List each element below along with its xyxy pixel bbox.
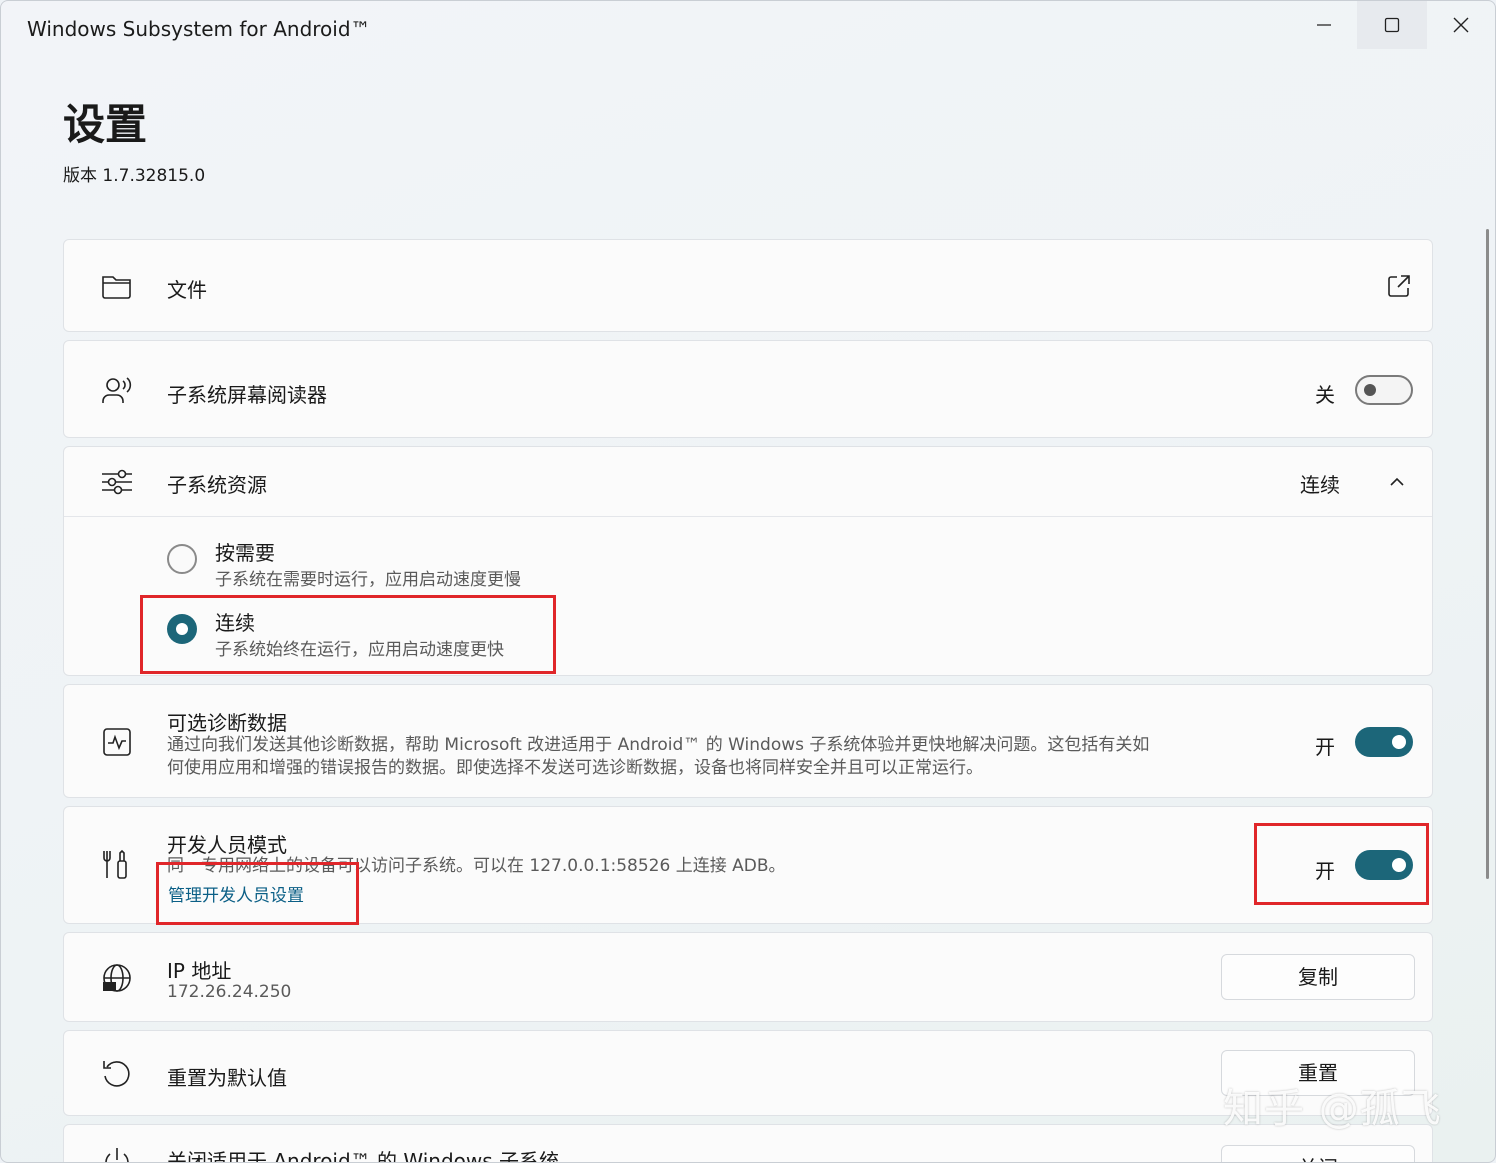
folder-icon — [100, 269, 134, 303]
highlight-developer-toggle — [1254, 823, 1429, 905]
open-external-icon[interactable] — [1386, 273, 1412, 299]
maximize-icon — [1384, 17, 1400, 33]
app-window: Windows Subsystem for Android™ 设置 版本 1.7… — [0, 0, 1496, 1163]
diagnostics-state: 开 — [1315, 735, 1335, 759]
close-button[interactable] — [1426, 1, 1495, 49]
ip-value: 172.26.24.250 — [167, 982, 292, 1002]
resources-value[interactable]: 连续 — [1300, 469, 1340, 498]
power-icon — [100, 1145, 134, 1162]
highlight-manage-link — [156, 862, 359, 925]
diagnostics-card: 可选诊断数据 通过向我们发送其他诊断数据，帮助 Microsoft 改进适用于 … — [63, 684, 1433, 798]
version-text: 版本 1.7.32815.0 — [63, 166, 206, 186]
files-label: 文件 — [167, 278, 207, 302]
screen-reader-label: 子系统屏幕阅读器 — [167, 383, 327, 407]
minimize-icon — [1317, 24, 1331, 26]
option-on-demand-title: 按需要 — [215, 541, 275, 565]
screen-reader-card: 子系统屏幕阅读器 关 — [63, 340, 1433, 438]
highlight-continuous — [140, 595, 556, 674]
screen-reader-icon — [100, 373, 134, 407]
title-bar: Windows Subsystem for Android™ — [1, 1, 1495, 51]
maximize-button[interactable] — [1357, 1, 1427, 49]
shutdown-label: 关闭适用于 Android™ 的 Windows 子系统 — [167, 1149, 560, 1163]
option-on-demand-desc: 子系统在需要时运行，应用启动速度更慢 — [215, 570, 521, 590]
diagnostics-toggle[interactable] — [1355, 727, 1413, 757]
screen-reader-toggle[interactable] — [1355, 375, 1413, 405]
reset-label: 重置为默认值 — [167, 1066, 287, 1090]
activity-icon — [100, 725, 134, 759]
ip-card: IP 地址 172.26.24.250 复制 — [63, 932, 1433, 1022]
files-card[interactable]: 文件 — [63, 239, 1433, 332]
copy-button[interactable]: 复制 — [1221, 954, 1415, 1000]
scrollbar[interactable] — [1486, 229, 1489, 879]
diagnostics-desc-line2: 何使用应用和增强的错误报告的数据。即使选择不发送可选诊断数据，设备也将同样安全并… — [167, 758, 983, 778]
minimize-button[interactable] — [1289, 1, 1359, 49]
globe-icon — [100, 961, 134, 995]
resources-label: 子系统资源 — [167, 473, 267, 497]
developer-tools-icon — [100, 848, 134, 882]
radio-on-demand[interactable] — [167, 544, 197, 574]
page-title: 设置 — [63, 100, 148, 149]
shutdown-button[interactable]: 关闭 — [1221, 1145, 1415, 1162]
chevron-up-icon[interactable] — [1386, 471, 1408, 493]
window-title: Windows Subsystem for Android™ — [27, 17, 371, 41]
ip-label: IP 地址 — [167, 959, 232, 983]
close-icon — [1453, 17, 1469, 33]
divider — [64, 516, 1432, 517]
screen-reader-state: 关 — [1315, 383, 1335, 407]
diagnostics-label: 可选诊断数据 — [167, 711, 287, 735]
sliders-icon — [100, 465, 134, 499]
watermark: 知乎 @孤飞 — [1223, 1086, 1442, 1132]
reset-icon — [100, 1057, 134, 1091]
diagnostics-desc-line1: 通过向我们发送其他诊断数据，帮助 Microsoft 改进适用于 Android… — [167, 735, 1150, 755]
developer-label: 开发人员模式 — [167, 833, 287, 857]
